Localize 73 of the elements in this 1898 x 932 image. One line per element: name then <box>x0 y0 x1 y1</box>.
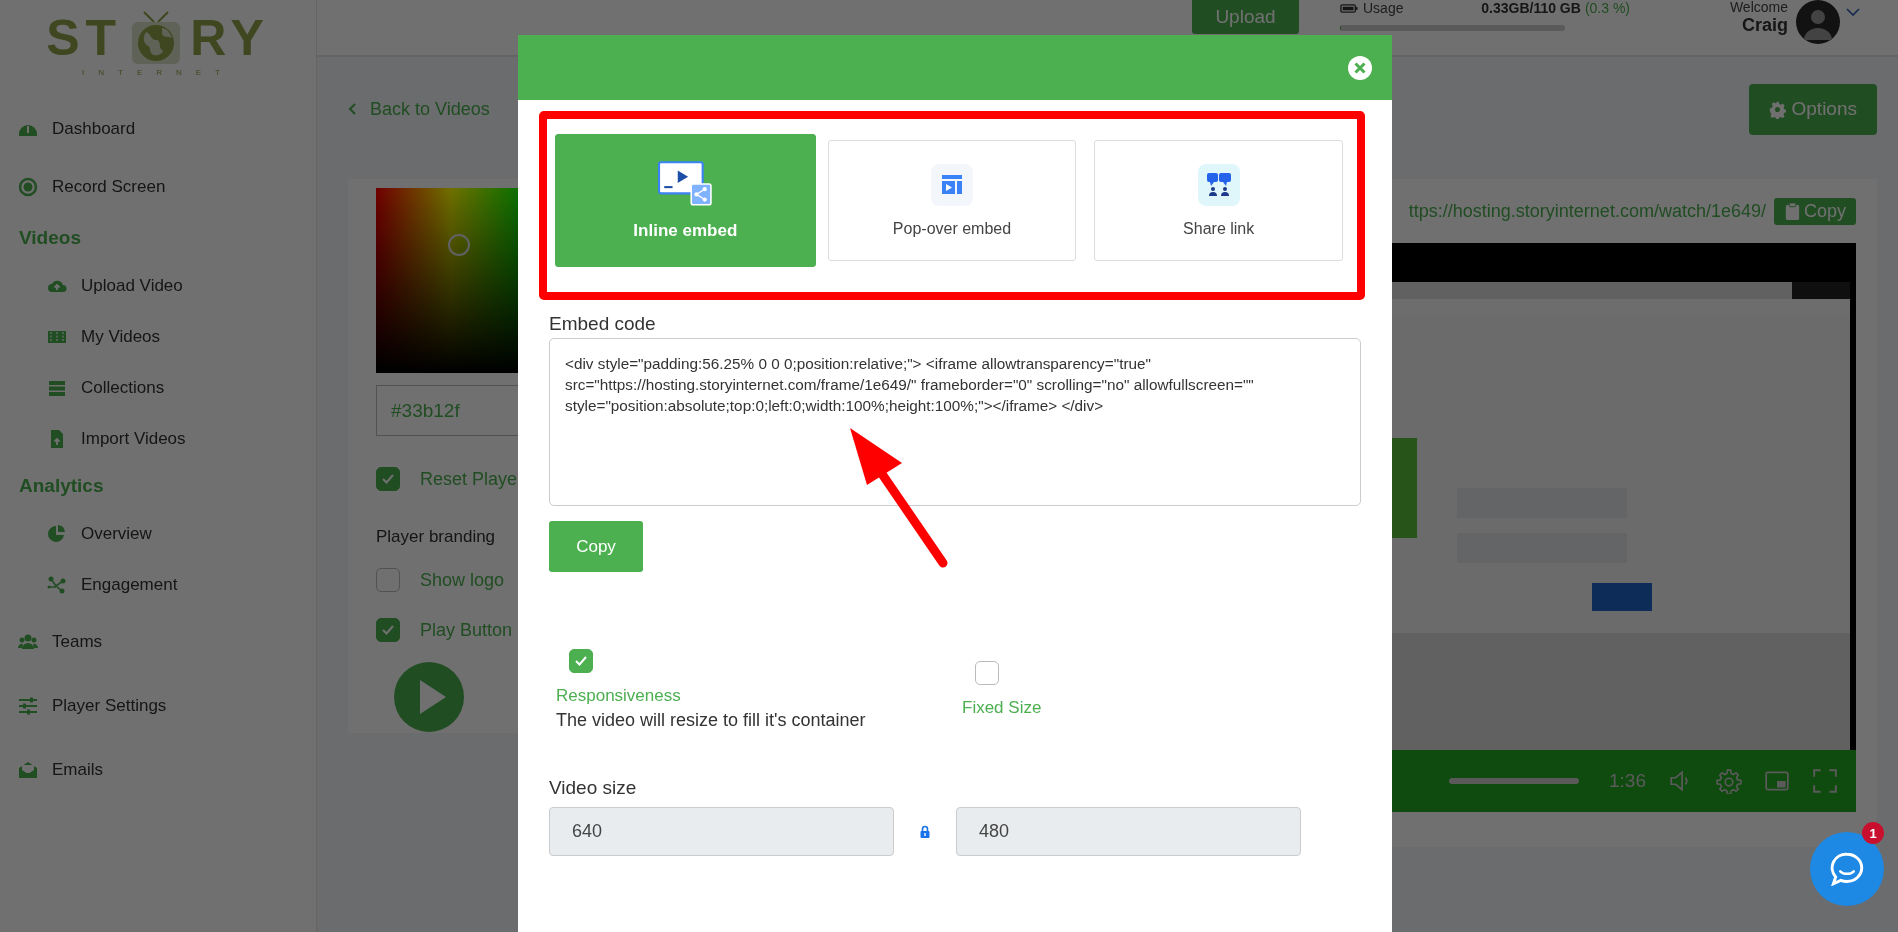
checkbox[interactable] <box>975 661 999 685</box>
field-label: Video size <box>549 777 638 799</box>
nav-item[interactable]: Dashboard <box>0 100 316 158</box>
nav-item[interactable]: Engagement <box>0 559 316 610</box>
check-icon <box>382 474 394 484</box>
chevron-left-icon <box>348 103 356 115</box>
checkbox[interactable] <box>376 618 400 642</box>
sliders-icon <box>18 696 38 716</box>
logo-text: ST <box>46 10 123 66</box>
usage-amount: 0.33GB/110 GB <box>1481 0 1581 16</box>
user-name: Craig <box>1741 14 1788 36</box>
usage-percent: (0.3 %) <box>1584 0 1630 16</box>
nodes-icon <box>47 574 67 595</box>
back-link[interactable]: Back to Videos <box>348 98 490 120</box>
settings-icon[interactable] <box>1716 768 1742 794</box>
height-field[interactable]: 480 <box>956 807 1301 856</box>
nav-heading: Analytics <box>18 474 105 498</box>
nav-item[interactable]: Record Screen <box>0 158 316 216</box>
check-icon <box>575 656 587 666</box>
checkbox-label: Show logo <box>420 569 505 591</box>
nav-item[interactable]: Overview <box>0 508 316 559</box>
option-label: Fixed Size <box>962 697 1042 719</box>
upload-button[interactable]: Upload <box>1192 0 1299 34</box>
nav-item[interactable]: Upload Video <box>0 260 316 311</box>
field-label: Embed code <box>549 313 657 335</box>
embed-type-tab[interactable]: Inline embed <box>555 134 816 267</box>
clipboard-icon <box>1783 201 1801 221</box>
logo-tagline: INTERNET <box>82 68 234 77</box>
avatar-icon[interactable] <box>1796 0 1840 44</box>
video-time: 1:36 <box>1609 770 1646 792</box>
width-field[interactable]: 640 <box>549 807 894 856</box>
check-icon <box>382 625 394 635</box>
embed-icon <box>658 160 713 207</box>
usage-label: Usage <box>1363 0 1405 16</box>
section-label: Player branding <box>376 527 497 547</box>
nav-item[interactable]: Emails <box>0 738 316 802</box>
gear-icon <box>1768 99 1786 119</box>
options-button[interactable]: Options <box>1748 83 1877 135</box>
checkbox-label: Reset Playe <box>420 468 518 490</box>
option-description: The video will resize to fill it's container <box>556 709 867 732</box>
embed-type-tab[interactable]: Share link <box>1094 140 1343 261</box>
copy-button[interactable]: Copy <box>1773 197 1856 225</box>
checkbox[interactable] <box>376 467 400 491</box>
nav-item[interactable]: Import Videos <box>0 413 316 464</box>
picker-handle[interactable] <box>448 234 470 256</box>
nav-item[interactable]: Player Settings <box>0 674 316 738</box>
nav-item[interactable]: Collections <box>0 362 316 413</box>
checkbox[interactable] <box>376 568 400 592</box>
close-icon[interactable] <box>1348 55 1372 80</box>
embed-type-tab[interactable]: Pop-over embed <box>827 140 1077 261</box>
picture-in-picture-icon[interactable] <box>1764 768 1790 794</box>
lock-icon[interactable] <box>920 825 930 838</box>
popover-icon <box>931 163 973 206</box>
nav-item[interactable]: Teams <box>0 610 316 674</box>
logo-text: RY <box>190 10 270 66</box>
record-icon <box>18 177 38 197</box>
chat-icon <box>1830 852 1864 886</box>
copy-button[interactable]: Copy <box>549 521 643 572</box>
users-icon <box>18 632 38 652</box>
people-chat-icon <box>1197 163 1240 206</box>
fullscreen-icon[interactable] <box>1812 768 1838 794</box>
nav-heading: Videos <box>18 226 82 250</box>
battery-icon <box>1340 3 1358 13</box>
share-url[interactable]: ttps://hosting.storyinternet.com/watch/1e649/ <box>1408 200 1766 222</box>
greeting: Welcome <box>1729 0 1788 14</box>
progress-track[interactable] <box>1449 778 1579 784</box>
embed-code-field[interactable]: <div style="padding:56.25% 0 0 0;position:relative;"> <iframe allowtransparency="true" src="https://hosting.storyinternet.com/frame/1e649/" frameborder="0" scrolling="no" allowfullscreen="" style="position:absolute;top:0;left:0;width:100%;height:100%;"></iframe> </div> <box>549 338 1361 506</box>
option-label: Responsiveness <box>556 685 682 707</box>
checkbox[interactable] <box>569 649 593 673</box>
chevron-down-icon[interactable] <box>1846 8 1860 16</box>
pie-chart-icon <box>47 523 67 544</box>
checkbox-label: Play Button <box>420 619 513 641</box>
nav-item[interactable]: My Videos <box>0 311 316 362</box>
